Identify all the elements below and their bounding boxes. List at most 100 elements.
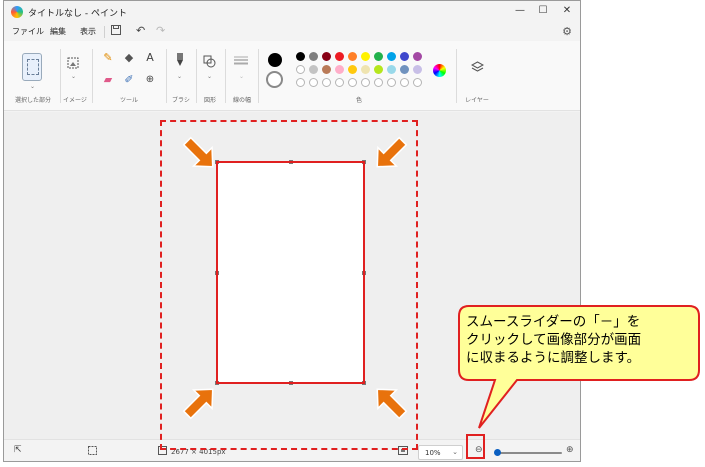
callout-line: に収まるように調整します。 [466, 349, 698, 367]
eraser-icon[interactable]: ▰ [101, 73, 115, 87]
magnifier-icon[interactable]: ⊕ [143, 73, 157, 87]
resize-handle[interactable] [362, 381, 366, 385]
group-label-shapes: 図形 [198, 95, 222, 104]
menu-bar: ファイル 編集 表示 ↶ ↷ ⚙ [4, 23, 580, 41]
color-swatch[interactable] [374, 65, 383, 74]
annotation-arrow-top-left [178, 132, 222, 176]
color-swatch[interactable] [348, 52, 357, 61]
resize-handle[interactable] [362, 271, 366, 275]
group-label-size: 線の幅 [228, 95, 256, 104]
color-swatch[interactable] [309, 65, 318, 74]
custom-color-slot[interactable] [374, 78, 383, 87]
save-icon[interactable] [111, 25, 121, 38]
shapes-icon[interactable] [202, 55, 216, 72]
selection-tool-button[interactable] [22, 53, 42, 81]
callout-line: スムースライダーの「－」を [466, 313, 698, 331]
menu-file[interactable]: ファイル [12, 26, 44, 37]
selection-chevron-icon[interactable]: ⌄ [30, 83, 35, 90]
color-swatch[interactable] [335, 52, 344, 61]
group-label-tools: ツール [112, 95, 146, 104]
image-size-text: 2677 × 4015px [171, 448, 226, 456]
color-swatch[interactable] [387, 52, 396, 61]
zoom-value: 10% [425, 449, 441, 457]
ribbon-toolbar: ⌄ 選択した部分 ⌄ イメージ ✎ ◆ A ▰ ✐ ⊕ ツール ⌄ ブラシ ⌄ … [4, 41, 580, 111]
primary-color-swatch[interactable] [268, 53, 282, 67]
pencil-icon[interactable]: ✎ [101, 51, 115, 65]
callout-line: クリックして画像部分が画面 [466, 331, 698, 349]
text-tool-icon[interactable]: A [143, 51, 157, 65]
group-label-colors: 色 [344, 95, 374, 104]
zoom-dropdown[interactable]: 10% ⌄ [418, 445, 463, 460]
ribbon-divider [258, 49, 259, 103]
undo-icon[interactable]: ↶ [136, 25, 145, 37]
fit-to-window-icon[interactable] [398, 446, 408, 457]
color-swatch[interactable] [413, 52, 422, 61]
custom-color-slot[interactable] [387, 78, 396, 87]
annotation-arrow-bottom-right [368, 380, 412, 424]
custom-color-slot[interactable] [335, 78, 344, 87]
image-size-icon [158, 446, 167, 457]
layers-icon[interactable] [470, 61, 484, 77]
color-swatch[interactable] [309, 52, 318, 61]
menu-edit[interactable]: 編集 [50, 26, 66, 37]
annotation-arrow-bottom-left [178, 380, 222, 424]
close-button[interactable]: ✕ [554, 4, 580, 18]
resize-handle[interactable] [289, 160, 293, 164]
color-swatch[interactable] [296, 52, 305, 61]
ribbon-divider [456, 49, 457, 103]
fill-bucket-icon[interactable]: ◆ [122, 51, 136, 65]
color-swatch[interactable] [322, 65, 331, 74]
secondary-color-swatch[interactable] [266, 71, 283, 88]
custom-color-slot[interactable] [413, 78, 422, 87]
image-tool-icon[interactable] [66, 57, 80, 73]
color-swatch[interactable] [335, 65, 344, 74]
custom-color-slot[interactable] [400, 78, 409, 87]
edit-colors-wheel-icon[interactable] [433, 64, 446, 77]
maximize-button[interactable]: ☐ [530, 4, 556, 18]
settings-gear-icon[interactable]: ⚙ [562, 25, 572, 38]
color-swatch[interactable] [296, 65, 305, 74]
group-label-image: イメージ [62, 95, 88, 104]
line-width-icon[interactable] [234, 55, 248, 69]
custom-color-slot[interactable] [309, 78, 318, 87]
resize-handle[interactable] [215, 271, 219, 275]
group-label-selection: 選択した部分 [10, 95, 56, 104]
color-swatch[interactable] [413, 65, 422, 74]
ribbon-divider [92, 49, 93, 103]
color-swatch[interactable] [400, 65, 409, 74]
zoom-slider-track[interactable] [500, 452, 562, 454]
color-swatch[interactable] [322, 52, 331, 61]
resize-handle[interactable] [362, 160, 366, 164]
annotation-callout-text: スムースライダーの「－」を クリックして画像部分が画面 に収まるように調整します… [466, 313, 698, 367]
ribbon-divider [196, 49, 197, 103]
color-picker-icon[interactable]: ✐ [122, 73, 136, 87]
color-swatch[interactable] [400, 52, 409, 61]
status-bar: ⇱ 2677 × 4015px 10% ⌄ ⊖ ⊕ [4, 439, 580, 462]
custom-color-slot[interactable] [361, 78, 370, 87]
custom-color-slot[interactable] [322, 78, 331, 87]
menu-divider [104, 26, 105, 38]
pointer-position-icon: ⇱ [14, 445, 22, 455]
annotation-arrow-top-right [368, 132, 412, 176]
zoom-out-icon[interactable]: ⊖ [475, 445, 483, 455]
menu-view[interactable]: 表示 [80, 26, 96, 37]
custom-color-slot[interactable] [296, 78, 305, 87]
color-swatch[interactable] [361, 52, 370, 61]
shapes-chevron-icon[interactable]: ⌄ [207, 73, 212, 80]
color-swatch[interactable] [361, 65, 370, 74]
brush-chevron-icon[interactable]: ⌄ [177, 73, 182, 80]
image-canvas[interactable] [217, 162, 364, 383]
window-title: タイトルなし - ペイント [28, 6, 127, 19]
custom-color-slot[interactable] [348, 78, 357, 87]
color-swatch[interactable] [348, 65, 357, 74]
brush-icon[interactable] [173, 53, 187, 71]
image-chevron-icon[interactable]: ⌄ [71, 73, 76, 80]
zoom-slider-thumb[interactable] [494, 449, 501, 456]
resize-handle[interactable] [289, 381, 293, 385]
line-width-chevron-icon[interactable]: ⌄ [239, 73, 244, 80]
zoom-in-icon[interactable]: ⊕ [566, 445, 574, 455]
redo-icon[interactable]: ↷ [156, 25, 165, 37]
color-swatch[interactable] [374, 52, 383, 61]
color-swatch[interactable] [387, 65, 396, 74]
ribbon-divider [166, 49, 167, 103]
